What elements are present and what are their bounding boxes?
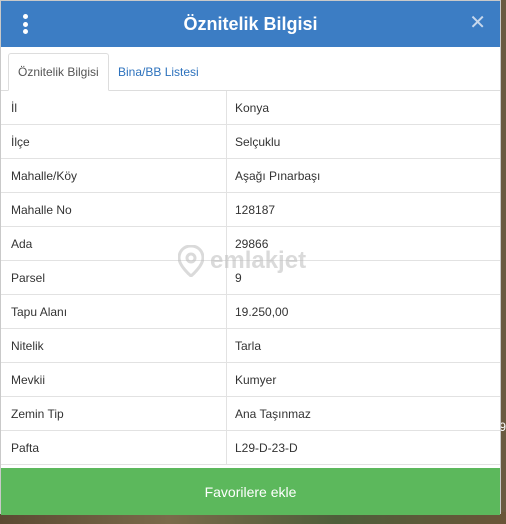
- table-row: Pafta L29-D-23-D: [1, 431, 500, 465]
- table-row: Zemin Tip Ana Taşınmaz: [1, 397, 500, 431]
- table-row: Ada 29866: [1, 227, 500, 261]
- row-label: Parsel: [1, 261, 227, 294]
- table-row: Tapu Alanı 19.250,00: [1, 295, 500, 329]
- table-row: Mevkii Kumyer: [1, 363, 500, 397]
- row-value: Tarla: [235, 338, 262, 353]
- row-value: 29866: [235, 236, 269, 251]
- table-row: Nitelik Tarla: [1, 329, 500, 363]
- row-label: Nitelik: [1, 329, 227, 362]
- attribute-info-dialog: Öznitelik Bilgisi ✕ Öznitelik Bilgisi Bi…: [0, 0, 501, 515]
- row-value: 9: [235, 270, 242, 285]
- row-label: Mahalle No: [1, 193, 227, 226]
- row-label: Pafta: [1, 431, 227, 464]
- row-value: Konya: [235, 100, 270, 115]
- add-to-favorites-button[interactable]: Favorilere ekle: [1, 468, 500, 515]
- row-value: Aşağı Pınarbaşı: [235, 168, 321, 183]
- table-row: Mahalle No 128187: [1, 193, 500, 227]
- row-label: Tapu Alanı: [1, 295, 227, 328]
- close-icon[interactable]: ✕: [469, 12, 486, 34]
- row-label: Zemin Tip: [1, 397, 227, 430]
- table-row: Parsel 9: [1, 261, 500, 295]
- row-value: Kumyer: [235, 372, 277, 387]
- table-row: Mahalle/Köy Aşağı Pınarbaşı: [1, 159, 500, 193]
- tab-building-list[interactable]: Bina/BB Listesi: [109, 53, 208, 91]
- attribute-table: İl Konya İlçe Selçuklu Mahalle/Köy Aşağı…: [1, 91, 500, 465]
- tab-attribute-info[interactable]: Öznitelik Bilgisi: [8, 53, 109, 91]
- row-value: 128187: [235, 202, 276, 217]
- row-label: İl: [1, 91, 227, 124]
- row-label: Mahalle/Köy: [1, 159, 227, 192]
- table-row: İlçe Selçuklu: [1, 125, 500, 159]
- dialog-header: Öznitelik Bilgisi ✕: [1, 1, 500, 47]
- row-value: 19.250,00: [235, 304, 289, 319]
- row-label: Mevkii: [1, 363, 227, 396]
- row-value: Ana Taşınmaz: [235, 406, 311, 421]
- row-label: İlçe: [1, 125, 227, 158]
- vertical-dots-icon[interactable]: [23, 14, 29, 34]
- row-value: L29-D-23-D: [235, 440, 298, 455]
- row-label: Ada: [1, 227, 227, 260]
- tab-bar: Öznitelik Bilgisi Bina/BB Listesi: [1, 47, 500, 91]
- dialog-title: Öznitelik Bilgisi: [183, 13, 318, 34]
- row-value: Selçuklu: [235, 134, 281, 149]
- table-row: İl Konya: [1, 91, 500, 125]
